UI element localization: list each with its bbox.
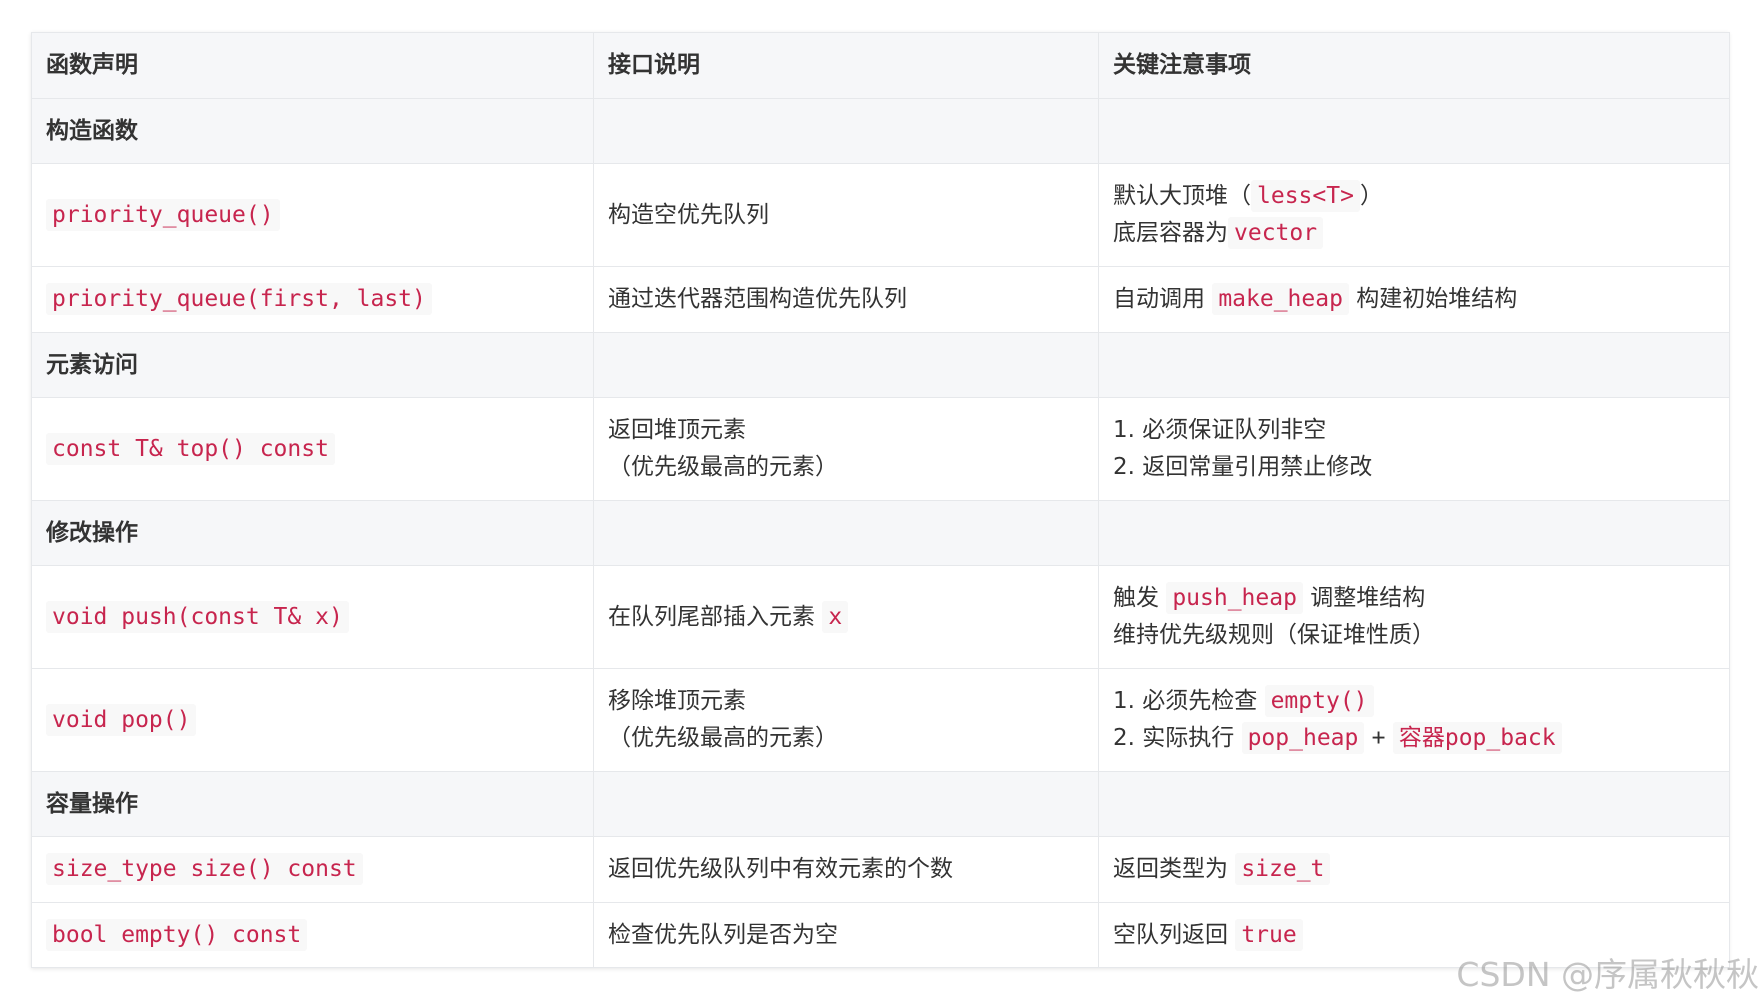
section-title: 容量操作 xyxy=(31,771,594,837)
table-row: void pop() 移除堆顶元素 （优先级最高的元素） 1. 必须先检查 em… xyxy=(31,668,1730,772)
notes-cell: 自动调用 make_heap 构建初始堆结构 xyxy=(1098,266,1730,333)
notes-cell: 触发 push_heap 调整堆结构 维持优先级规则（保证堆性质） xyxy=(1098,565,1730,669)
function-signature: void pop() xyxy=(46,703,197,736)
inline-code: size_t xyxy=(1235,853,1331,885)
table-row: void push(const T& x) 在队列尾部插入元素 x 触发 pus… xyxy=(31,565,1730,669)
description-cell: 通过迭代器范围构造优先队列 xyxy=(593,266,1099,333)
description-cell: 返回堆顶元素 （优先级最高的元素） xyxy=(593,397,1099,501)
inline-code: true xyxy=(1235,918,1303,951)
table-row: priority_queue() 构造空优先队列 默认大顶堆（ less<T>） … xyxy=(31,163,1730,267)
priority-queue-api-table: 函数声明 接口说明 关键注意事项 构造函数 priority_queue() 构… xyxy=(31,32,1730,968)
api-table-container: 函数声明 接口说明 关键注意事项 构造函数 priority_queue() 构… xyxy=(31,32,1730,968)
inline-code: 容器pop_back xyxy=(1392,722,1562,754)
notes-cell: 1. 必须先检查 empty() 2. 实际执行 pop_heap + 容器po… xyxy=(1098,668,1730,772)
description-cell: 构造空优先队列 xyxy=(593,163,1099,267)
function-signature: void push(const T& x) xyxy=(46,600,349,633)
header-function-declaration: 函数声明 xyxy=(31,32,594,99)
header-interface-description: 接口说明 xyxy=(593,32,1099,99)
inline-code: vector xyxy=(1228,217,1324,249)
function-signature: priority_queue(first, last) xyxy=(46,283,432,315)
section-row-capacity: 容量操作 xyxy=(31,771,1730,837)
table-row: size_type size() const 返回优先级队列中有效元素的个数 返… xyxy=(31,836,1730,903)
section-title: 修改操作 xyxy=(31,500,594,566)
inline-code: x xyxy=(822,600,849,633)
inline-code: empty() xyxy=(1264,685,1374,717)
csdn-watermark: CSDN @序属秋秋秋 xyxy=(1456,955,1759,994)
inline-code: less<T> xyxy=(1251,180,1360,212)
description-cell: 返回优先级队列中有效元素的个数 xyxy=(593,836,1099,903)
inline-code: pop_heap xyxy=(1241,722,1365,754)
function-signature: const T& top() const xyxy=(46,432,335,465)
function-signature: bool empty() const xyxy=(46,918,308,951)
function-signature: size_type size() const xyxy=(46,853,363,885)
header-key-notes: 关键注意事项 xyxy=(1098,32,1730,99)
inline-code: make_heap xyxy=(1212,283,1349,315)
inline-code: push_heap xyxy=(1166,582,1303,614)
notes-cell: 默认大顶堆（ less<T>） 底层容器为 vector xyxy=(1098,163,1730,267)
section-title: 元素访问 xyxy=(31,332,594,398)
notes-cell: 返回类型为 size_t xyxy=(1098,836,1730,903)
description-cell: 移除堆顶元素 （优先级最高的元素） xyxy=(593,668,1099,772)
section-row-modify: 修改操作 xyxy=(31,500,1730,566)
function-signature: priority_queue() xyxy=(46,198,280,231)
notes-cell: 1. 必须保证队列非空 2. 返回常量引用禁止修改 xyxy=(1098,397,1730,501)
section-title: 构造函数 xyxy=(31,98,594,164)
description-cell: 在队列尾部插入元素 x xyxy=(593,565,1099,669)
table-row: priority_queue(first, last) 通过迭代器范围构造优先队… xyxy=(31,266,1730,333)
section-row-construct: 构造函数 xyxy=(31,98,1730,164)
description-cell: 检查优先队列是否为空 xyxy=(593,902,1099,968)
table-row: const T& top() const 返回堆顶元素 （优先级最高的元素） 1… xyxy=(31,397,1730,501)
section-row-access: 元素访问 xyxy=(31,332,1730,398)
table-header-row: 函数声明 接口说明 关键注意事项 xyxy=(31,32,1730,99)
